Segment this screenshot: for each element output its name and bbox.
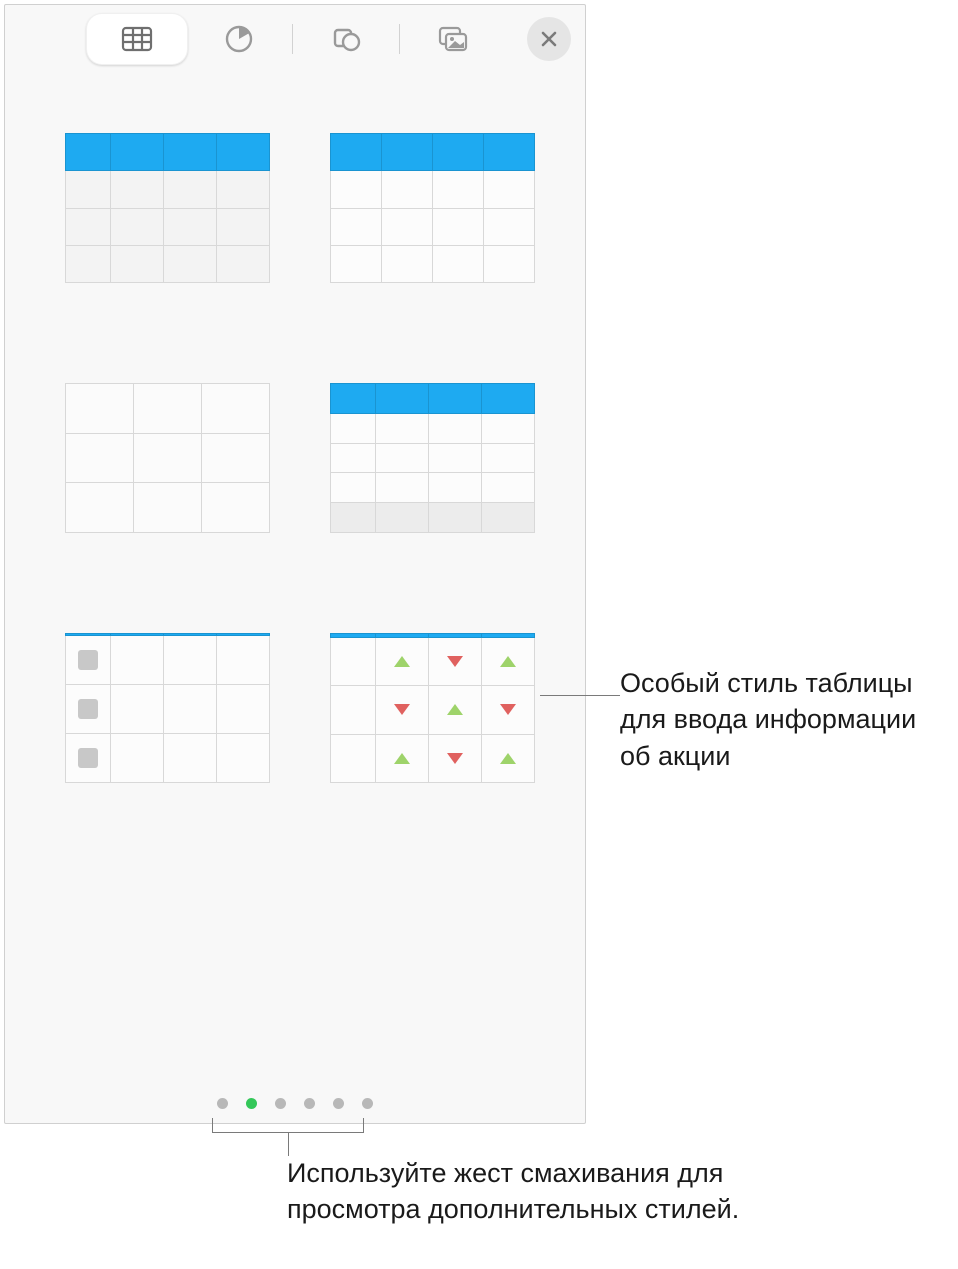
arrow-up-icon xyxy=(500,753,516,764)
insert-toolbar xyxy=(5,5,585,77)
callout-leader-line xyxy=(540,695,620,696)
arrow-down-icon xyxy=(500,704,516,715)
checkbox-icon xyxy=(78,650,98,670)
arrow-up-icon xyxy=(500,656,516,667)
page-dot-3[interactable] xyxy=(275,1098,286,1109)
callout-bracket xyxy=(212,1118,364,1133)
page-dot-4[interactable] xyxy=(304,1098,315,1109)
callout-stock-style: Особый стиль таблицы для ввода информаци… xyxy=(620,665,950,774)
callout-text: Используйте жест смахивания для просмотр… xyxy=(287,1158,739,1224)
tab-chart[interactable] xyxy=(188,13,290,65)
table-style-blue-header-equal[interactable] xyxy=(330,133,535,283)
chart-icon xyxy=(222,22,256,56)
arrow-up-icon xyxy=(394,753,410,764)
page-dot-2[interactable] xyxy=(246,1098,257,1109)
table-preview xyxy=(65,383,270,533)
arrow-up-icon xyxy=(394,656,410,667)
separator xyxy=(292,24,293,54)
tab-table[interactable] xyxy=(86,13,188,65)
media-icon xyxy=(436,22,470,56)
table-preview xyxy=(330,383,535,533)
close-button[interactable] xyxy=(527,17,571,61)
separator xyxy=(399,24,400,54)
table-style-blue-header-basic[interactable] xyxy=(65,133,270,283)
checkbox-icon xyxy=(78,699,98,719)
page-dot-5[interactable] xyxy=(333,1098,344,1109)
table-style-stock-arrows[interactable] xyxy=(330,633,535,783)
tab-media[interactable] xyxy=(402,13,504,65)
table-preview xyxy=(330,633,535,783)
tab-shape[interactable] xyxy=(295,13,397,65)
arrow-down-icon xyxy=(447,656,463,667)
arrow-down-icon xyxy=(447,753,463,764)
arrow-down-icon xyxy=(394,704,410,715)
close-icon xyxy=(540,30,558,48)
table-styles-grid xyxy=(5,77,585,783)
table-preview xyxy=(65,633,270,783)
shape-icon xyxy=(329,22,363,56)
table-style-blue-header-footer[interactable] xyxy=(330,383,535,533)
page-dot-6[interactable] xyxy=(362,1098,373,1109)
table-icon xyxy=(120,22,154,56)
callout-text: Особый стиль таблицы для ввода информаци… xyxy=(620,668,916,771)
table-style-plain-grid[interactable] xyxy=(65,383,270,533)
insert-type-segmented xyxy=(86,13,504,65)
table-preview xyxy=(330,133,535,283)
page-dot-1[interactable] xyxy=(217,1098,228,1109)
table-preview xyxy=(65,133,270,283)
page-dots xyxy=(5,1098,585,1109)
insert-panel xyxy=(4,4,586,1124)
table-style-checklist[interactable] xyxy=(65,633,270,783)
callout-swipe: Используйте жест смахивания для просмотр… xyxy=(287,1155,747,1228)
checkbox-icon xyxy=(78,748,98,768)
arrow-up-icon xyxy=(447,704,463,715)
